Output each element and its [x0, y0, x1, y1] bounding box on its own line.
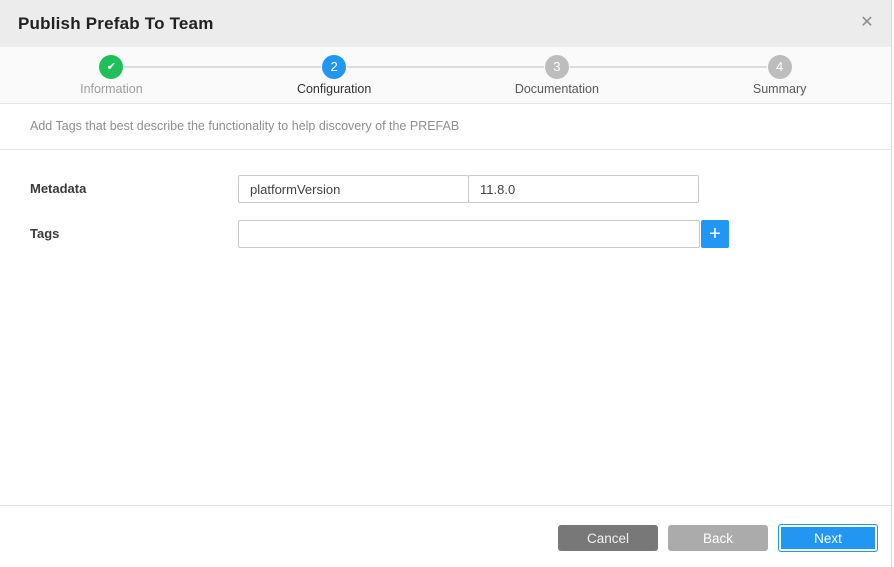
metadata-label: Metadata	[30, 175, 86, 203]
step-label: Information	[0, 82, 223, 96]
footer-divider	[0, 505, 891, 506]
tags-fields: +	[238, 220, 729, 248]
dialog-title: Publish Prefab To Team	[18, 0, 214, 47]
close-icon[interactable]: ✕	[857, 13, 877, 33]
step-number-badge: 3	[545, 55, 569, 79]
metadata-value-input[interactable]	[468, 175, 699, 203]
step-configuration[interactable]: 2 Configuration	[223, 47, 446, 103]
metadata-row: Metadata	[0, 175, 894, 203]
step-number-badge: 2	[322, 55, 346, 79]
metadata-fields	[238, 175, 699, 203]
step-number-badge: 4	[768, 55, 792, 79]
add-tag-button[interactable]: +	[701, 220, 729, 248]
step-label: Configuration	[223, 82, 446, 96]
metadata-key-input[interactable]	[238, 175, 469, 203]
footer-actions: Cancel Back Next	[558, 524, 878, 552]
step-summary[interactable]: 4 Summary	[668, 47, 891, 103]
wizard-stepper: ✔ Information 2 Configuration 3 Document…	[0, 47, 891, 104]
tags-label: Tags	[30, 220, 59, 248]
publish-prefab-dialog: Publish Prefab To Team ✕ ✔ Information 2…	[0, 0, 894, 567]
cancel-button[interactable]: Cancel	[558, 525, 658, 551]
step-label: Summary	[668, 82, 891, 96]
tags-input[interactable]	[238, 220, 700, 248]
step-information[interactable]: ✔ Information	[0, 47, 223, 103]
check-icon: ✔	[99, 55, 123, 79]
dialog-header: Publish Prefab To Team ✕	[0, 0, 891, 47]
tags-row: Tags +	[0, 220, 894, 248]
back-button[interactable]: Back	[668, 525, 768, 551]
step-label: Documentation	[446, 82, 669, 96]
step-description: Add Tags that best describe the function…	[0, 104, 891, 150]
next-button[interactable]: Next	[778, 524, 878, 552]
step-documentation[interactable]: 3 Documentation	[446, 47, 669, 103]
